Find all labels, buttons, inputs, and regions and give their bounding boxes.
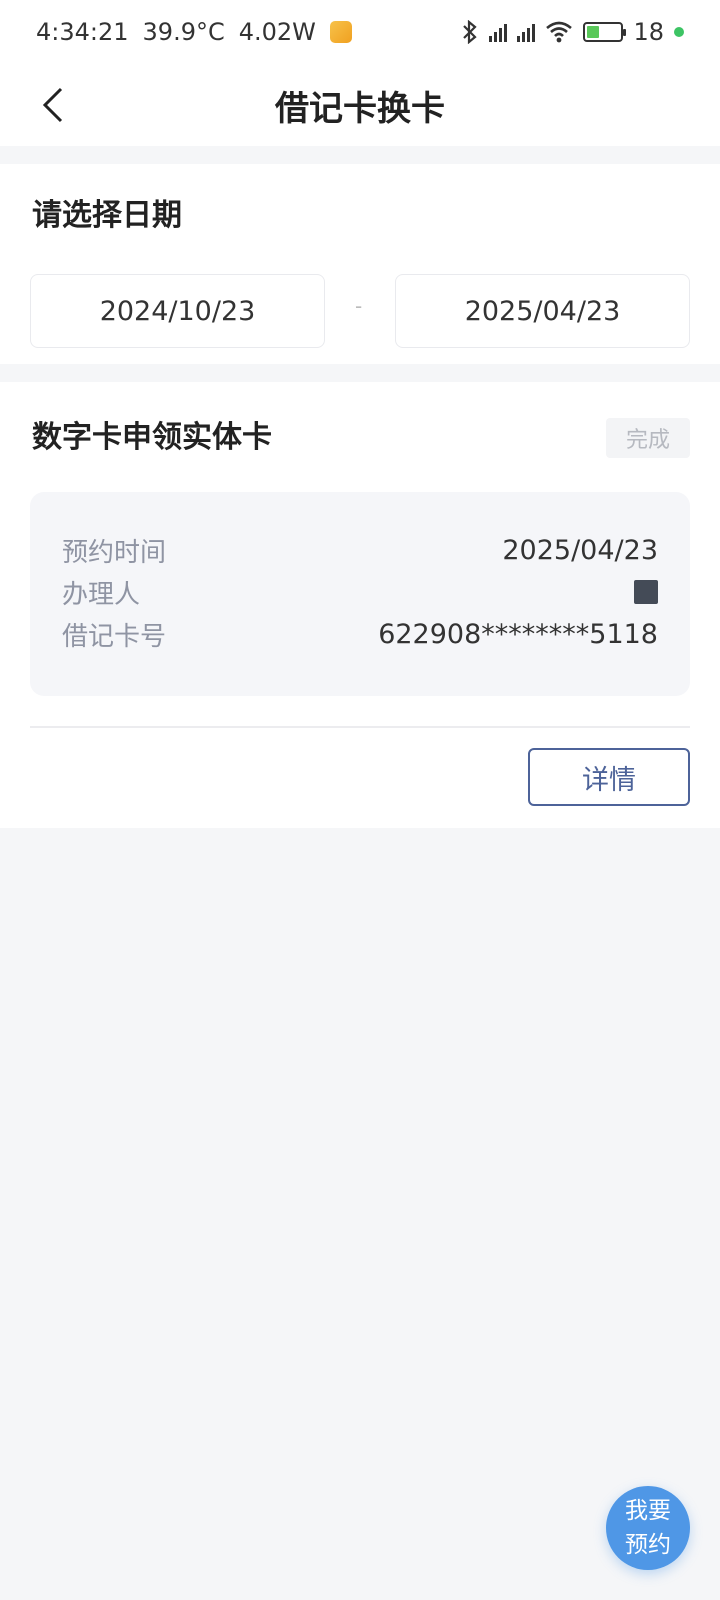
fab-label-line1: 我要 <box>625 1498 671 1524</box>
bluetooth-icon <box>463 20 478 44</box>
notification-app-icon <box>329 21 352 43</box>
redacted-name-block <box>634 580 658 604</box>
end-date-field[interactable]: 2025/04/23 <box>395 274 690 348</box>
info-label: 预约时间 <box>62 537 167 568</box>
status-time: 4:34:21 <box>36 18 129 46</box>
chevron-left-icon <box>42 87 63 123</box>
battery-level: 18 <box>633 18 664 46</box>
date-filter-card: 请选择日期 2024/10/23 - 2025/04/23 <box>0 164 720 364</box>
status-temperature: 39.9°C <box>142 18 225 46</box>
divider <box>30 726 690 728</box>
record-card: 数字卡申领实体卡 完成 预约时间 2025/04/23 办理人 借记卡号 622… <box>0 382 720 828</box>
status-dot-icon <box>674 27 684 37</box>
info-row-appointment-time: 预约时间 2025/04/23 <box>62 530 658 570</box>
info-row-handler: 办理人 <box>62 572 658 612</box>
page-title: 借记卡换卡 <box>275 88 445 129</box>
info-value: 622908********5118 <box>378 618 658 650</box>
date-separator: - <box>355 294 363 318</box>
info-label: 办理人 <box>62 579 141 610</box>
battery-charging-icon <box>583 22 627 42</box>
info-value: 2025/04/23 <box>502 534 658 566</box>
record-title: 数字卡申领实体卡 <box>32 420 272 455</box>
start-date-field[interactable]: 2024/10/23 <box>30 274 325 348</box>
signal-icon <box>517 22 536 42</box>
signal-icon <box>489 22 508 42</box>
status-bar: 4:34:21 39.9°C 4.02W 18 <box>0 0 720 64</box>
book-appointment-button[interactable]: 我要 预约 <box>606 1486 690 1570</box>
status-badge: 完成 <box>606 418 690 458</box>
fab-label-line2: 预约 <box>625 1532 671 1558</box>
status-right: 18 <box>461 18 684 46</box>
status-power: 4.02W <box>238 18 316 46</box>
record-info-panel: 预约时间 2025/04/23 办理人 借记卡号 622908********5… <box>30 492 690 696</box>
nav-bar: 借记卡换卡 <box>0 64 720 146</box>
info-label: 借记卡号 <box>62 621 167 652</box>
detail-button[interactable]: 详情 <box>528 748 690 806</box>
back-button[interactable] <box>28 80 78 130</box>
info-row-card-number: 借记卡号 622908********5118 <box>62 614 658 654</box>
status-left: 4:34:21 39.9°C 4.02W <box>36 18 352 46</box>
date-section-title: 请选择日期 <box>32 198 182 233</box>
wifi-icon <box>546 21 573 43</box>
